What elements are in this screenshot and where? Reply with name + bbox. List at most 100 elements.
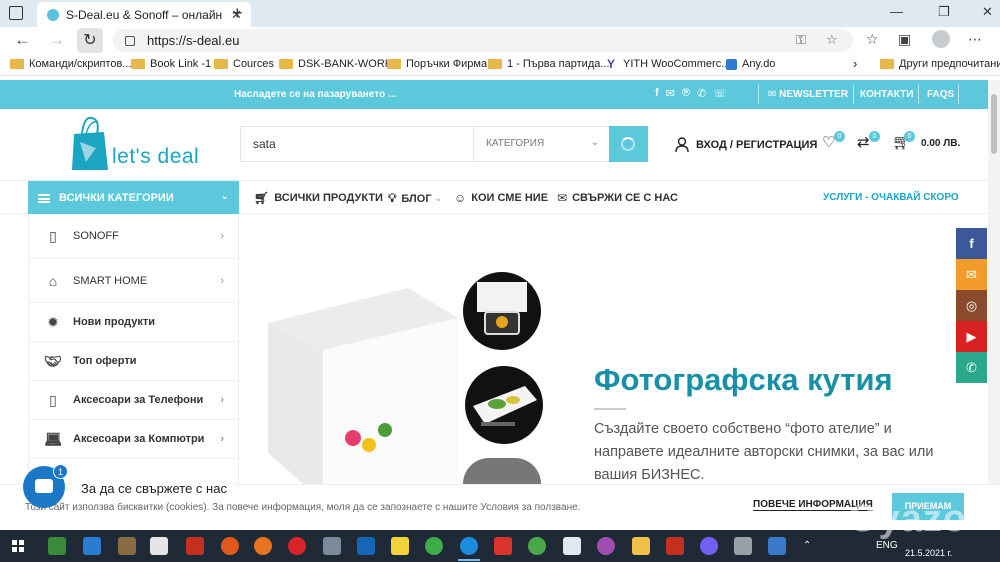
newsletter-link[interactable]: ✉ NEWSLETTER: [768, 89, 848, 100]
sidebar-item-computer-accessories[interactable]: 💻︎ Аксесоари за Компютри ›: [29, 420, 238, 459]
viber-icon[interactable]: ☏: [713, 87, 727, 100]
bookmark-item[interactable]: Cources: [214, 58, 274, 70]
app-icon[interactable]: [597, 537, 615, 555]
bookmarks-overflow-icon[interactable]: ›: [853, 56, 857, 71]
sidebar-item-new-products[interactable]: ✹ Нови продукти: [29, 303, 238, 342]
bookmark-item[interactable]: 1 - Първа партида...: [488, 58, 610, 70]
product-thumbnail-2[interactable]: [465, 366, 543, 444]
tray-overflow-icon[interactable]: ⌃: [803, 540, 811, 551]
new-tab-icon[interactable]: +: [232, 3, 243, 24]
folder-icon: [387, 59, 401, 69]
bookmark-item[interactable]: DSK-BANK-WORK: [279, 58, 392, 70]
favorite-star-icon[interactable]: ☆: [826, 32, 838, 48]
nav-about[interactable]: ☺ КОИ СМЕ НИЕ: [454, 191, 548, 205]
app-icon[interactable]: [118, 537, 136, 555]
outlook-icon[interactable]: [357, 537, 375, 555]
bookmark-item[interactable]: Команди/скриптов...: [10, 58, 131, 70]
app-icon[interactable]: [150, 537, 168, 555]
bookmark-item[interactable]: Y YITH WooCommerc...: [607, 58, 730, 71]
whatsapp-icon[interactable]: ✆: [697, 87, 706, 100]
category-select[interactable]: КАТЕГОРИЯ ⌄: [473, 127, 609, 161]
logo-text[interactable]: let's deal: [112, 145, 199, 169]
restore-icon[interactable]: ❐: [938, 4, 950, 20]
edge-icon[interactable]: [460, 537, 478, 555]
opera-icon[interactable]: [288, 537, 306, 555]
viber-icon[interactable]: [700, 537, 718, 555]
gyazo-watermark: Gyazo: [848, 498, 968, 540]
bookmarks-bar: Команди/скриптов... Book Link -1 Cources…: [0, 54, 1000, 76]
filezilla-icon[interactable]: [666, 537, 684, 555]
facebook-share-icon[interactable]: f: [956, 228, 987, 259]
reload-icon[interactable]: ↻: [77, 28, 103, 53]
email-share-icon[interactable]: ✉: [956, 259, 987, 290]
sidebar-item-phone-accessories[interactable]: ▯ Аксесоари за Телефони ›: [29, 381, 238, 420]
logo-bag-icon[interactable]: [70, 114, 110, 172]
windows-start-icon[interactable]: [12, 540, 24, 552]
chrome-icon[interactable]: [528, 537, 546, 555]
key-icon[interactable]: ⚿: [796, 32, 806, 48]
app-icon[interactable]: [83, 537, 101, 555]
browser-tab[interactable]: S-Deal.eu & Sonoff – онлайн ма ✕: [37, 2, 251, 27]
profile-avatar[interactable]: [932, 30, 950, 48]
youtube-share-icon[interactable]: ▶: [956, 321, 987, 352]
back-arrow-icon[interactable]: ←: [14, 30, 31, 50]
app-icon[interactable]: [494, 537, 512, 555]
minimize-icon[interactable]: —: [890, 4, 903, 19]
filezilla-icon[interactable]: [186, 537, 204, 555]
url-text: https://s-deal.eu: [147, 33, 240, 48]
product-thumbnail-1[interactable]: [463, 272, 541, 350]
sticky-notes-icon[interactable]: [391, 537, 409, 555]
facebook-icon[interactable]: f: [655, 87, 659, 100]
app-icon[interactable]: [768, 537, 786, 555]
language-indicator[interactable]: ENG: [876, 540, 898, 551]
app-icon[interactable]: [734, 537, 752, 555]
scrollbar-thumb[interactable]: [991, 94, 997, 154]
wechat-icon[interactable]: [425, 537, 443, 555]
search-button[interactable]: [609, 126, 648, 162]
pinterest-icon[interactable]: ℗: [682, 87, 690, 100]
product-thumbnail-3[interactable]: [463, 458, 541, 484]
nav-contact[interactable]: ✉ СВЪРЖИ СЕ С НАС: [557, 191, 678, 205]
bookmark-item[interactable]: Book Link -1: [131, 58, 211, 70]
nav-all-products[interactable]: 🛒︎ ВСИЧКИ ПРОДУКТИ: [254, 191, 383, 205]
instagram-share-icon[interactable]: ◎: [956, 290, 987, 321]
page-scrollbar[interactable]: [988, 80, 1000, 530]
chevron-right-icon: ›: [220, 394, 224, 406]
whatsapp-share-icon[interactable]: ✆: [956, 352, 987, 383]
lock-icon: [125, 35, 135, 46]
collections-icon[interactable]: ▣: [898, 31, 911, 48]
wechat-app-icon[interactable]: [48, 537, 66, 555]
bookmark-other-favorites[interactable]: Други предпочитани: [880, 58, 1000, 70]
nav-blog[interactable]: 💡︎ БЛОГ ⌄: [388, 191, 442, 206]
faqs-link[interactable]: FAQS: [927, 89, 954, 100]
sidebar-item-smart-home[interactable]: ⌂ SMART HOME ›: [29, 259, 238, 303]
app-icon[interactable]: [563, 537, 581, 555]
sidebar-item-sonoff[interactable]: ▯ SONOFF ›: [29, 214, 238, 259]
chat-label[interactable]: За да се свържете с нас: [73, 478, 235, 500]
close-window-icon[interactable]: ✕: [982, 4, 993, 20]
file-explorer-icon[interactable]: [632, 537, 650, 555]
services-link[interactable]: УСЛУГИ - ОЧАКВАЙ СКОРО: [823, 192, 959, 203]
compare-icon[interactable]: ⇄: [857, 133, 870, 151]
contacts-link[interactable]: КОНТАКТИ: [860, 89, 913, 100]
tab-title: S-Deal.eu & Sonoff – онлайн ма: [66, 7, 226, 22]
chat-bubble-icon: [35, 479, 53, 493]
favorites-icon[interactable]: ☆: [866, 31, 879, 48]
bookmark-item[interactable]: Any.do: [726, 58, 775, 70]
tab-actions-icon[interactable]: [9, 6, 23, 20]
cart-total[interactable]: 0.00 ЛВ.: [921, 138, 960, 149]
url-field[interactable]: https://s-deal.eu ⚿ ☆: [113, 29, 853, 52]
active-app-indicator: [458, 559, 480, 561]
firefox-icon[interactable]: [254, 537, 272, 555]
forward-arrow-icon[interactable]: →: [48, 30, 65, 50]
sidebar-item-top-offers[interactable]: 🤝︎ Топ оферти: [29, 342, 238, 381]
taskbar-date[interactable]: 21.5.2021 г.: [905, 548, 952, 558]
more-menu-icon[interactable]: ⋯: [968, 31, 982, 48]
app-icon[interactable]: [323, 537, 341, 555]
search-input[interactable]: [241, 127, 473, 161]
all-categories-button[interactable]: ВСИЧКИ КАТЕГОРИИ ⌄: [28, 181, 239, 215]
login-register-link[interactable]: ВХОД / РЕГИСТРАЦИЯ: [675, 137, 817, 152]
email-icon[interactable]: ✉: [666, 87, 675, 100]
ubuntu-icon[interactable]: [221, 537, 239, 555]
bookmark-item[interactable]: Поръчки Фирма: [387, 58, 487, 70]
